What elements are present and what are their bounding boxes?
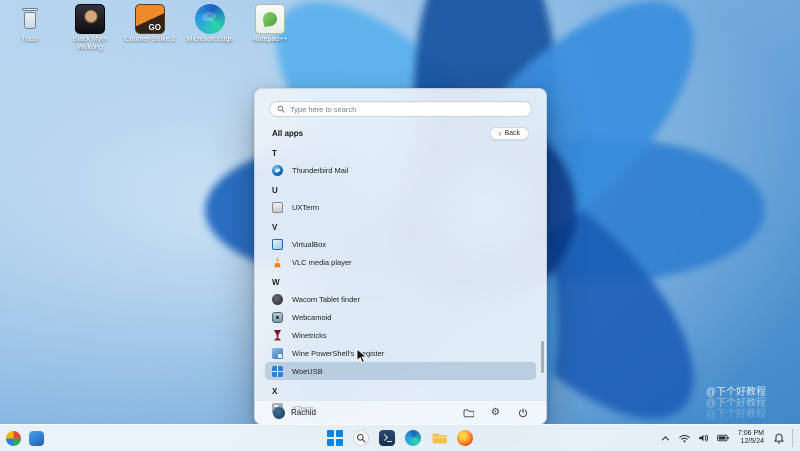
show-desktop-button[interactable] <box>792 429 796 447</box>
webcamoid-icon <box>272 311 283 323</box>
desktop-icon-area: Trash Black Myth Wukong GO Counter-Strik… <box>4 4 296 52</box>
firefox-icon[interactable] <box>457 430 473 446</box>
section-letter: T <box>272 149 277 158</box>
back-button[interactable]: ‹ Back <box>489 127 529 140</box>
settings-gear-icon[interactable]: ⚙ <box>490 407 501 418</box>
scrollbar-thumb[interactable] <box>541 341 544 373</box>
hidden-icons-chevron[interactable] <box>660 431 672 445</box>
app-list-item-wacom[interactable]: Wacom Tablet finder <box>265 290 536 308</box>
all-apps-title: All apps <box>272 129 304 138</box>
wine-register-icon <box>272 347 283 359</box>
desktop-icon-label: Notepad++ <box>252 36 288 43</box>
all-apps-header: All apps ‹ Back <box>272 127 529 140</box>
search-icon <box>277 105 285 113</box>
app-list-item-winetricks[interactable]: Winetricks <box>265 326 536 344</box>
user-profile-button[interactable]: Rachid <box>273 406 316 419</box>
volume-icon[interactable] <box>698 431 710 445</box>
desktop-icon-microsoft-edge[interactable]: Microsoft Edge <box>184 4 236 52</box>
desktop-icon-trash[interactable]: Trash <box>4 4 56 52</box>
section-letter: V <box>272 223 278 232</box>
app-list-item-webcamoid[interactable]: Webcamoid <box>265 308 536 326</box>
app-label: VLC media player <box>292 257 352 267</box>
counter-strike-icon-text: GO <box>148 23 161 32</box>
virtualbox-icon <box>272 238 283 250</box>
app-label: Wacom Tablet finder <box>292 294 360 304</box>
edge-icon <box>195 4 225 34</box>
app-label: VirtualBox <box>292 239 327 249</box>
search-input[interactable] <box>290 104 524 114</box>
app-list-item-vlc[interactable]: VLC media player <box>265 253 536 271</box>
app-label: Webcamoid <box>292 312 332 322</box>
section-letter: U <box>272 186 278 195</box>
taskbar-left <box>6 425 44 451</box>
chevron-left-icon: ‹ <box>498 129 502 138</box>
uxterm-icon <box>272 201 283 213</box>
wifi-icon[interactable] <box>679 431 691 445</box>
app-label: UXTerm <box>292 202 320 212</box>
clock-time: 7:06 PM <box>737 430 764 437</box>
woeusb-icon <box>272 365 283 377</box>
wacom-icon <box>272 293 283 305</box>
taskbar-tray: 7:06 PM 12/5/24 <box>660 425 796 451</box>
app-list-item-uxterm[interactable]: UXTerm <box>265 198 536 216</box>
start-menu-footer: Rachid ⚙ <box>255 400 546 424</box>
start-menu: All apps ‹ Back T Thunderbird Mail U UXT… <box>254 88 547 425</box>
app-list: T Thunderbird Mail U UXTerm V VirtualBox… <box>255 142 546 417</box>
desktop-icon-notepad-plus-plus[interactable]: Notepad++ <box>244 4 296 52</box>
app-launcher-icon[interactable] <box>29 430 44 446</box>
back-label: Back <box>504 130 520 137</box>
taskbar-center <box>327 425 473 451</box>
winetricks-icon <box>273 329 282 341</box>
file-explorer-icon[interactable] <box>431 430 447 446</box>
desktop-icon-label: Microsoft Edge <box>186 36 234 43</box>
app-label: Wine PowerShell's Register <box>292 348 385 358</box>
desktop-icon-counter-strike[interactable]: GO Counter-Strike 2 <box>124 4 176 52</box>
bell-icon[interactable] <box>773 431 785 445</box>
windows-start-icon[interactable] <box>327 430 343 446</box>
clock-date: 12/5/24 <box>740 438 764 445</box>
folder-icon[interactable] <box>463 407 474 418</box>
start-search-box[interactable] <box>269 101 532 117</box>
clock[interactable]: 7:06 PM 12/5/24 <box>736 430 766 446</box>
power-icon[interactable] <box>517 407 528 418</box>
app-label: Winetricks <box>292 330 327 340</box>
black-myth-wukong-icon <box>75 4 105 34</box>
user-name: Rachid <box>291 408 316 417</box>
footer-icons: ⚙ <box>463 407 528 418</box>
terminal-icon[interactable] <box>379 430 395 446</box>
section-letter: X <box>272 387 278 396</box>
desktop-icon-label: Black Myth Wukong <box>72 36 108 51</box>
counter-strike-icon: GO <box>135 4 165 34</box>
user-avatar <box>273 406 285 419</box>
vlc-icon <box>274 256 281 268</box>
app-list-item-wine-register[interactable]: Wine PowerShell's Register <box>265 344 536 362</box>
app-label: WoeUSB <box>292 366 323 376</box>
widgets-icon[interactable] <box>6 430 21 446</box>
trash-icon <box>15 4 45 34</box>
app-label: Thunderbird Mail <box>292 165 349 175</box>
app-list-item-thunderbird[interactable]: Thunderbird Mail <box>265 161 536 179</box>
taskbar: 7:06 PM 12/5/24 <box>0 424 800 451</box>
notepad-plus-plus-icon <box>255 4 285 34</box>
desktop-icon-label: Trash <box>21 36 39 43</box>
search-icon[interactable] <box>353 430 369 446</box>
desktop-icon-black-myth-wukong[interactable]: Black Myth Wukong <box>64 4 116 52</box>
section-letter: W <box>272 278 280 287</box>
desktop-icon-label: Counter-Strike 2 <box>124 36 176 43</box>
edge-icon[interactable] <box>405 430 421 446</box>
battery-icon[interactable] <box>717 431 729 445</box>
app-list-item-virtualbox[interactable]: VirtualBox <box>265 235 536 253</box>
thunderbird-icon <box>272 164 283 176</box>
app-list-item-woeusb[interactable]: WoeUSB <box>265 362 536 380</box>
